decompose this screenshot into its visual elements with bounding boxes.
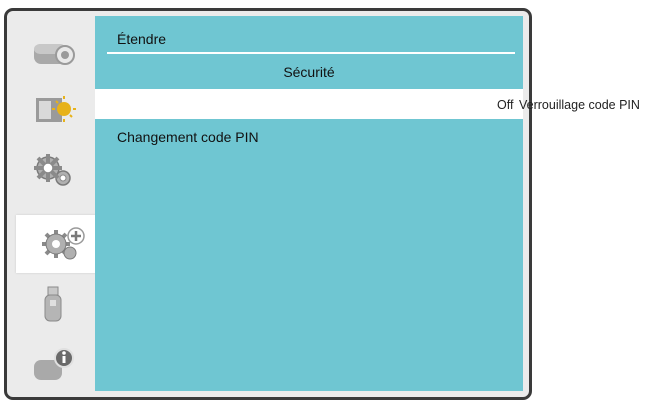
gear-icon xyxy=(33,154,71,186)
sidebar-item-extend[interactable] xyxy=(16,215,107,273)
sidebar-item-usb[interactable] xyxy=(14,275,91,333)
title-divider xyxy=(107,52,515,54)
pin-lock-row[interactable]: Off xyxy=(95,89,523,119)
sidebar-item-info[interactable] xyxy=(14,335,91,393)
section-heading: Sécurité xyxy=(283,64,335,80)
info-icon xyxy=(33,348,74,380)
sidebar-item-display[interactable] xyxy=(14,21,91,79)
change-pin-row[interactable]: Changement code PIN xyxy=(117,129,259,145)
pin-lock-value[interactable]: Off xyxy=(497,98,513,112)
menu-sidebar xyxy=(14,17,107,389)
menu-content-panel: Étendre Sécurité Off Changement code PIN xyxy=(95,16,523,391)
picture-adjust-icon xyxy=(35,96,76,122)
camera-icon xyxy=(33,44,75,65)
page-title: Étendre xyxy=(117,31,167,47)
sidebar-item-image[interactable] xyxy=(14,81,91,139)
pin-lock-label: Verrouillage code PIN xyxy=(519,98,640,112)
sidebar-item-settings[interactable] xyxy=(14,141,91,199)
usb-icon xyxy=(44,286,61,322)
gear-plus-icon xyxy=(41,227,85,260)
